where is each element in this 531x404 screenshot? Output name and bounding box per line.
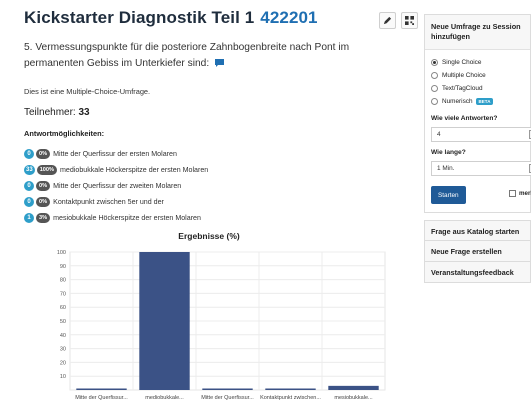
- answer-percent-badge: 0%: [36, 149, 51, 159]
- answer-label: Mitte der Querfissur der ersten Molaren: [53, 150, 177, 158]
- remember-option[interactable]: merk: [509, 190, 531, 197]
- answer-count-badge: 0: [24, 197, 34, 207]
- x-tick-label: Mitte der Querfissur...: [201, 395, 254, 401]
- new-poll-panel: Neue Umfrage zu Session hinzufügen Singl…: [424, 14, 531, 213]
- poll-type-group: Single Choice Multiple Choice Text/TagClou…: [431, 56, 524, 108]
- edit-button[interactable]: [379, 12, 396, 29]
- comment-button[interactable]: [214, 58, 225, 74]
- duration-select[interactable]: 1 Min.: [431, 161, 531, 176]
- poll-type-option[interactable]: Single Choice: [431, 56, 524, 69]
- duration-label: Wie lange?: [431, 149, 466, 156]
- y-tick-label: 50: [60, 319, 66, 325]
- y-tick-label: 10: [60, 374, 66, 380]
- remember-label: merk: [519, 190, 531, 197]
- y-tick-label: 90: [60, 264, 66, 270]
- answer-option: 1 3% mesiobukkale Höckerspitze der ersten …: [24, 210, 418, 226]
- poll-type-option[interactable]: Multiple Choice: [431, 69, 524, 82]
- poll-type-label: Numerisch: [442, 98, 473, 105]
- poll-type-label: Multiple Choice: [442, 72, 486, 79]
- pencil-icon: [383, 16, 392, 25]
- bar: [139, 252, 190, 390]
- bar: [265, 388, 316, 390]
- x-tick-label: mediobukkale...: [145, 395, 184, 401]
- poll-type-label: Text/TagCloud: [442, 85, 483, 92]
- page-title: Kickstarter Diagnostik Teil 1 422201: [24, 8, 418, 28]
- answer-option: 33 100% mediobukkale Höckerspitze der erst…: [24, 162, 418, 178]
- radio-button[interactable]: [431, 85, 438, 92]
- session-title: Kickstarter Diagnostik Teil 1: [24, 8, 255, 27]
- answers-count-label: Wie viele Antworten?: [431, 115, 498, 122]
- new-poll-panel-title: Neue Umfrage zu Session hinzufügen: [425, 15, 530, 50]
- answer-options: 0 0% Mitte der Querfissur der ersten Molar…: [24, 146, 418, 226]
- y-tick-label: 70: [60, 291, 66, 297]
- bar: [328, 385, 379, 390]
- answers-heading: Antwortmöglichkeiten:: [24, 129, 105, 138]
- radio-button[interactable]: [431, 72, 438, 79]
- qr-code-button[interactable]: [401, 12, 418, 29]
- start-button[interactable]: Starten: [431, 186, 466, 204]
- y-tick-label: 100: [57, 250, 66, 256]
- x-tick-label: Mitte der Querfissur...: [75, 395, 128, 401]
- answer-count-badge: 33: [24, 165, 35, 175]
- answer-percent-badge: 3%: [36, 213, 51, 223]
- x-tick-label: Kontaktpunkt zwischen...: [260, 395, 321, 401]
- answer-option: 0 0% Mitte der Querfissur der zweiten Mola…: [24, 178, 418, 194]
- qr-code-icon: [405, 16, 414, 25]
- radio-button[interactable]: [431, 98, 438, 105]
- y-tick-label: 60: [60, 305, 66, 311]
- answer-label: Mitte der Querfissur der zweiten Molaren: [53, 182, 182, 190]
- start-row: Starten merk: [431, 186, 531, 204]
- y-tick-label: 40: [60, 333, 66, 339]
- participants: Teilnehmer: 33: [24, 107, 418, 118]
- question-label: 5. Vermessungspunkte für die posteriore …: [24, 42, 350, 69]
- answer-option: 0 0% Kontaktpunkt zwischen 5er und der: [24, 194, 418, 210]
- multiple-choice-note: Dies ist eine Multiple-Choice-Umfrage.: [24, 87, 151, 96]
- participants-label: Teilnehmer:: [24, 107, 76, 118]
- sidebar: Neue Umfrage zu Session hinzufügen Singl…: [424, 14, 531, 404]
- duration-value: 1 Min.: [437, 165, 455, 172]
- radio-button[interactable]: [431, 59, 438, 66]
- bar: [76, 388, 127, 390]
- catalog-start-button[interactable]: Frage aus Katalog starten: [424, 220, 531, 241]
- answer-percent-badge: 0%: [36, 181, 51, 191]
- y-tick-label: 30: [60, 347, 66, 353]
- answer-count-badge: 1: [24, 213, 34, 223]
- poll-type-option[interactable]: Numerisch BETA: [431, 95, 524, 108]
- title-row: Kickstarter Diagnostik Teil 1 422201: [24, 8, 418, 38]
- remember-checkbox[interactable]: [509, 190, 516, 197]
- new-poll-form: Single Choice Multiple Choice Text/TagClou…: [425, 50, 531, 212]
- poll-type-label: Single Choice: [442, 59, 482, 66]
- answers-count-select[interactable]: 4: [431, 127, 531, 142]
- y-tick-label: 80: [60, 278, 66, 284]
- answer-label: mesiobukkale Höckerspitze der ersten Mol…: [53, 214, 201, 222]
- answer-count-badge: 0: [24, 149, 34, 159]
- create-question-button[interactable]: Neue Frage erstellen: [424, 241, 531, 262]
- answer-count-badge: 0: [24, 181, 34, 191]
- bar: [202, 388, 253, 390]
- x-tick-label: mesiobukkale...: [334, 395, 373, 401]
- answer-percent-badge: 100%: [36, 165, 57, 175]
- beta-badge: BETA: [475, 98, 494, 105]
- comment-icon: [215, 59, 224, 67]
- results-chart: 10 20 30 40 50 60 70 80 90 100 Mitte der Querfissu…: [57, 250, 386, 401]
- feedback-button[interactable]: Veranstaltungsfeedback: [424, 262, 531, 283]
- question-text: 5. Vermessungspunkte für die posteriore …: [24, 40, 409, 74]
- answer-label: Kontaktpunkt zwischen 5er und der: [53, 198, 164, 206]
- answer-percent-badge: 0%: [36, 197, 51, 207]
- answer-option: 0 0% Mitte der Querfissur der ersten Molar…: [24, 146, 418, 162]
- answer-label: mediobukkale Höckerspitze der ersten Mol…: [60, 166, 209, 174]
- session-code: 422201: [260, 8, 318, 27]
- poll-type-option[interactable]: Text/TagCloud: [431, 82, 524, 95]
- y-tick-label: 20: [60, 360, 66, 366]
- chart-title: Ergebnisse (%): [178, 231, 240, 241]
- participants-count: 33: [78, 107, 90, 118]
- answers-count-value: 4: [437, 131, 441, 138]
